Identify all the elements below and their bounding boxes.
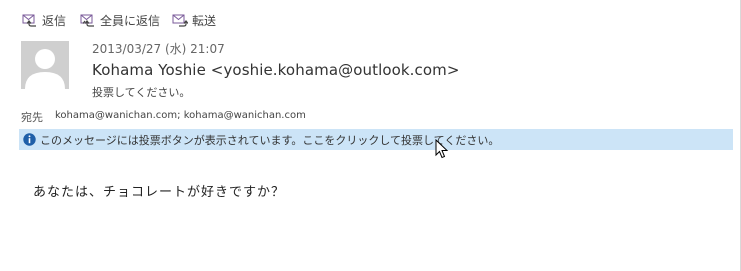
to-value[interactable]: kohama@wanichan.com; kohama@wanichan.com	[55, 109, 306, 125]
reply-all-label: 全員に返信	[100, 13, 161, 28]
sender-avatar	[21, 41, 69, 89]
reply-all-icon	[80, 14, 95, 27]
forward-label: 転送	[192, 13, 217, 28]
recipient-row: 宛先 kohama@wanichan.com; kohama@wanichan.…	[21, 109, 306, 125]
reply-button[interactable]: 返信	[22, 12, 66, 29]
forward-icon	[172, 14, 189, 27]
message-body: あなたは、チョコレートが好きですか？	[33, 185, 286, 200]
reply-all-button[interactable]: 全員に返信	[78, 12, 160, 29]
message-toolbar: 返信 全員に返信 転送	[22, 10, 216, 30]
message-subject: 投票してください。	[92, 86, 191, 99]
reply-icon	[22, 14, 36, 27]
infobar-text: このメッセージには投票ボタンが表示されています。ここをクリックして投票してくださ…	[40, 133, 500, 147]
forward-button[interactable]: 転送	[172, 12, 216, 29]
sender-address[interactable]: Kohama Yoshie <yoshie.kohama@outlook.com…	[92, 61, 460, 79]
message-date: 2013/03/27 (水) 21:07	[92, 42, 225, 56]
person-icon	[21, 41, 69, 89]
reply-label: 返信	[42, 13, 67, 28]
voting-infobar[interactable]: このメッセージには投票ボタンが表示されています。ここをクリックして投票してくださ…	[19, 129, 733, 150]
to-label: 宛先	[21, 111, 43, 124]
info-icon	[23, 133, 36, 146]
